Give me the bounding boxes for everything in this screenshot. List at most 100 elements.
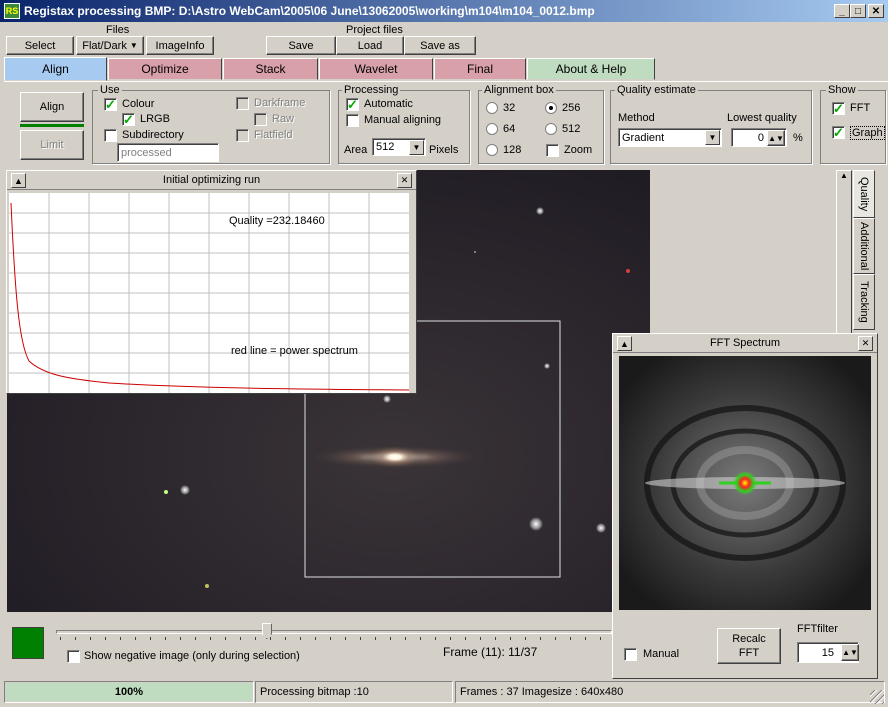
manual-aligning-label: Manual aligning — [364, 114, 442, 126]
side-scrollbar[interactable]: ▲ — [836, 170, 852, 334]
slider-tick — [375, 637, 376, 640]
tab-optimize[interactable]: Optimize — [108, 58, 222, 80]
tab-divider — [4, 81, 888, 82]
fft-panel-titlebar: FFT Spectrum — [613, 334, 877, 353]
tab-tracking-label: Tracking — [858, 281, 870, 323]
slider-tick — [225, 637, 226, 640]
graph-panel-titlebar: Initial optimizing run — [7, 171, 416, 190]
subdirectory-input[interactable]: processed — [117, 143, 219, 162]
subdirectory-label: Subdirectory — [122, 129, 184, 141]
slider-tick — [540, 637, 541, 640]
negative-image-checkbox[interactable] — [67, 650, 80, 663]
quality-estimate-title: Quality estimate — [615, 84, 698, 96]
save-button[interactable]: Save — [266, 36, 336, 55]
tab-align[interactable]: Align — [4, 57, 107, 81]
close-icon[interactable]: ✕ — [858, 336, 873, 351]
status-processing-text: Processing bitmap :10 — [260, 686, 369, 698]
slider-tick — [120, 637, 121, 640]
slider-tick — [240, 637, 241, 640]
tab-about-help[interactable]: About & Help — [527, 58, 655, 80]
slider-tick — [495, 637, 496, 640]
spin-updown-icon[interactable]: ▲▼ — [841, 644, 859, 661]
graph-label: Graph — [850, 126, 885, 140]
spin-updown-icon[interactable]: ▲▼ — [767, 130, 785, 146]
fft-label: FFT — [850, 102, 871, 114]
slider-tick — [270, 637, 271, 640]
close-icon[interactable]: ✕ — [397, 173, 412, 188]
minimize-button[interactable]: _ — [834, 4, 850, 18]
slider-tick — [75, 637, 76, 640]
slider-tick — [510, 637, 511, 640]
slider-tick — [255, 637, 256, 640]
tab-quality[interactable]: Quality — [853, 170, 875, 218]
manual-fft-checkbox[interactable] — [624, 648, 637, 661]
dropdown-arrow-icon: ▼ — [409, 140, 424, 155]
pixels-label: Pixels — [429, 144, 459, 156]
slider-tick — [480, 637, 481, 640]
zoom-label: Zoom — [564, 144, 593, 156]
maximize-button[interactable]: □ — [850, 4, 866, 18]
scroll-up-icon[interactable]: ▲ — [837, 171, 851, 180]
flatfield-label: Flatfield — [254, 129, 293, 141]
subdirectory-checkbox[interactable] — [104, 129, 117, 142]
slider-tick — [90, 637, 91, 640]
slider-tick — [60, 637, 61, 640]
tab-stack[interactable]: Stack — [223, 58, 318, 80]
tab-tracking[interactable]: Tracking — [853, 274, 875, 330]
automatic-checkbox[interactable]: ✓ — [346, 98, 359, 111]
processing-title: Processing — [342, 84, 401, 96]
radio-256[interactable] — [545, 102, 557, 114]
fft-spectrum-svg — [619, 356, 871, 610]
show-title: Show — [826, 84, 858, 96]
slider-tick — [195, 637, 196, 640]
panel-collapse-icon[interactable]: ▲ — [617, 336, 632, 351]
radio-32[interactable] — [486, 102, 498, 114]
align-indicator — [20, 124, 84, 127]
darkframe-checkbox[interactable] — [236, 97, 249, 110]
fft-checkbox[interactable]: ✓ — [832, 102, 845, 115]
zoom-checkbox[interactable] — [546, 144, 559, 157]
frame-slider-track[interactable] — [56, 630, 612, 634]
quality-value-text: Quality =232.18460 — [229, 215, 325, 227]
slider-tick — [435, 637, 436, 640]
slider-tick — [390, 637, 391, 640]
panel-collapse-icon[interactable]: ▲ — [11, 173, 26, 188]
limit-button[interactable]: Limit — [20, 130, 84, 160]
colour-checkbox[interactable]: ✓ — [104, 98, 117, 111]
area-value: 512 — [376, 141, 395, 153]
slider-tick — [525, 637, 526, 640]
slider-tick — [180, 637, 181, 640]
graph-checkbox[interactable]: ✓ — [832, 126, 845, 139]
align-button[interactable]: Align — [20, 92, 84, 122]
title-bar: RS Registax processing BMP: D:\Astro Web… — [0, 0, 888, 22]
resize-grip-icon[interactable] — [870, 690, 884, 704]
tab-wavelet[interactable]: Wavelet — [319, 58, 433, 80]
fft-panel: FFT Spectrum ▲ ✕ Manual Recalc FFT FFTfi… — [612, 333, 878, 679]
status-frames: Frames : 37 Imagesize : 640x480 — [455, 681, 885, 703]
tab-additional[interactable]: Additional — [853, 218, 875, 274]
manual-aligning-checkbox[interactable] — [346, 114, 359, 127]
method-select[interactable]: Gradient ▼ — [618, 128, 722, 147]
lrgb-checkbox[interactable]: ✓ — [122, 113, 135, 126]
slider-tick — [450, 637, 451, 640]
flatdark-button[interactable]: Flat/Dark ▼ — [76, 36, 144, 55]
flatfield-checkbox[interactable] — [236, 129, 249, 142]
radio-512[interactable] — [545, 123, 557, 135]
save-as-button[interactable]: Save as — [404, 36, 476, 55]
radio-64-label: 64 — [503, 123, 516, 135]
radio-32-label: 32 — [503, 102, 516, 114]
close-button[interactable]: ✕ — [868, 4, 884, 18]
imageinfo-button[interactable]: ImageInfo — [146, 36, 214, 55]
raw-checkbox[interactable] — [254, 113, 267, 126]
radio-128[interactable] — [486, 144, 498, 156]
slider-tick — [105, 637, 106, 640]
raw-label: Raw — [272, 113, 295, 125]
recalc-fft-button[interactable]: Recalc FFT — [717, 628, 781, 664]
tab-final[interactable]: Final — [434, 58, 526, 80]
select-button[interactable]: Select — [6, 36, 74, 55]
area-label: Area — [344, 144, 368, 156]
area-select[interactable]: 512 ▼ — [372, 138, 426, 156]
fft-panel-title: FFT Spectrum — [709, 337, 781, 349]
radio-64[interactable] — [486, 123, 498, 135]
load-button[interactable]: Load — [336, 36, 404, 55]
